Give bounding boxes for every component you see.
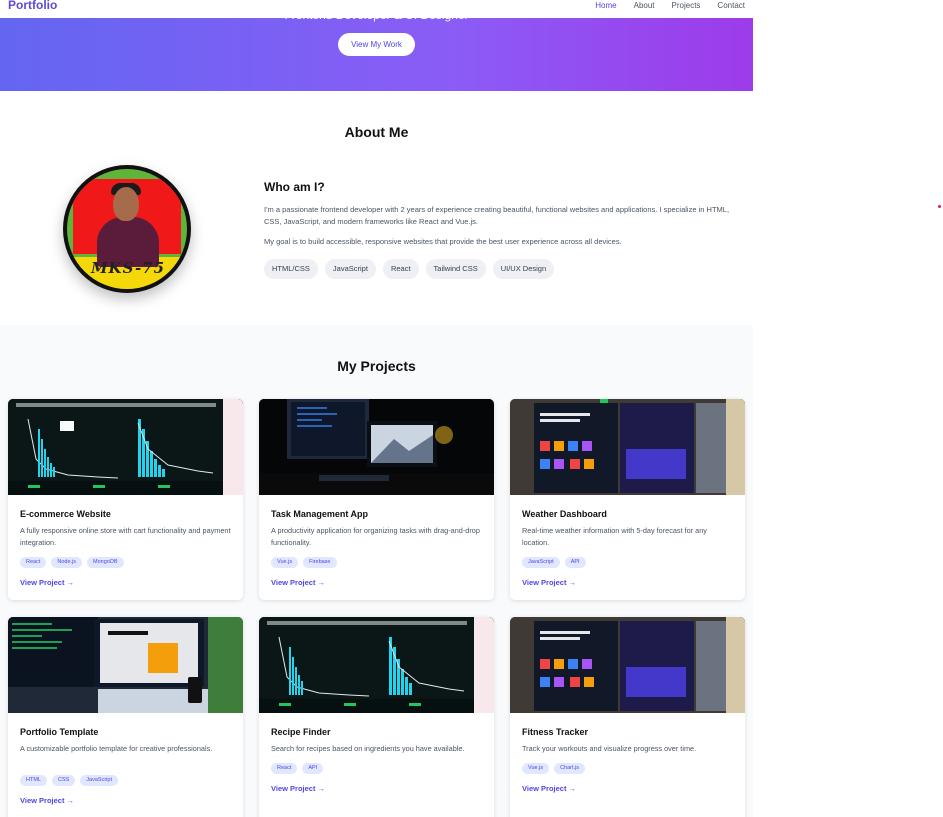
project-tags: Vue.js Firebase <box>271 557 342 568</box>
project-tags: HTML CSS JavaScript <box>20 775 123 786</box>
project-image <box>8 617 243 713</box>
view-project-link[interactable]: View Project → <box>271 578 325 587</box>
project-image <box>8 399 243 495</box>
project-description: A fully responsive online store with car… <box>20 526 231 547</box>
tech-tag: API <box>564 557 586 568</box>
project-tags: Vue.js Chart.js <box>522 763 590 774</box>
project-description: Search for recipes based on ingredients … <box>271 744 465 753</box>
about-heading: Who am I? <box>264 180 325 194</box>
skill-badge: React <box>382 259 419 279</box>
project-tags: React API <box>271 763 328 774</box>
project-title: Recipe Finder <box>271 727 331 737</box>
view-project-link[interactable]: View Project → <box>20 578 74 587</box>
tech-tag: Vue.js <box>522 763 550 774</box>
project-card[interactable]: E-commerce Website A fully responsive on… <box>8 399 243 600</box>
profile-avatar: MKS-75 <box>63 165 191 293</box>
view-project-link[interactable]: View Project → <box>271 784 325 793</box>
skill-badge: Tailwind CSS <box>425 259 486 279</box>
nav-link-home[interactable]: Home <box>595 0 616 11</box>
project-image <box>510 399 745 495</box>
nav-link-contact[interactable]: Contact <box>717 0 745 11</box>
skill-badge: HTML/CSS <box>264 259 318 279</box>
project-title: Task Management App <box>271 509 369 519</box>
portfolio-page: Portfolio Home About Projects Contact Fr… <box>0 0 753 817</box>
tech-tag: Firebase <box>303 557 337 568</box>
tech-tag: Chart.js <box>554 763 586 774</box>
site-logo[interactable]: Portfolio <box>8 0 57 12</box>
project-title: Weather Dashboard <box>522 509 607 519</box>
top-navbar: Portfolio Home About Projects Contact <box>0 0 753 18</box>
about-paragraph-2: My goal is to build accessible, responsi… <box>264 237 622 246</box>
view-project-link[interactable]: View Project → <box>522 784 576 793</box>
cursor-dot <box>938 205 941 208</box>
project-title: E-commerce Website <box>20 509 111 519</box>
project-card[interactable]: Task Management App A productivity appli… <box>259 399 494 600</box>
skills-list: HTML/CSS JavaScript React Tailwind CSS U… <box>264 259 561 279</box>
tech-tag: JavaScript <box>522 557 560 568</box>
tech-tag: React <box>271 763 298 774</box>
project-title: Portfolio Template <box>20 727 99 737</box>
project-card[interactable]: Portfolio Template A customizable portfo… <box>8 617 243 817</box>
nav-link-projects[interactable]: Projects <box>672 0 701 11</box>
about-title: About Me <box>344 124 409 140</box>
view-my-work-button[interactable]: View My Work <box>338 33 415 56</box>
tech-tag: Vue.js <box>271 557 299 568</box>
project-tags: React Node.js MongoDB <box>20 557 129 568</box>
nav-links: Home About Projects Contact <box>578 0 745 11</box>
tech-tag: JavaScript <box>80 775 118 786</box>
nav-link-about[interactable]: About <box>634 0 655 11</box>
tech-tag: CSS <box>51 775 76 786</box>
project-tags: JavaScript API <box>522 557 591 568</box>
projects-title: My Projects <box>337 358 416 374</box>
skill-badge: UI/UX Design <box>492 259 555 279</box>
project-image <box>510 617 745 713</box>
project-description: A productivity application for organizin… <box>271 526 480 547</box>
project-description: A customizable portfolio template for cr… <box>20 744 213 753</box>
tech-tag: MongoDB <box>87 557 124 568</box>
view-project-link[interactable]: View Project → <box>522 578 576 587</box>
hero-section: Frontend Developer & UI Designer View My… <box>0 8 753 91</box>
project-image <box>259 617 494 713</box>
project-card[interactable]: Fitness Tracker Track your workouts and … <box>510 617 745 817</box>
avatar-signature: MKS-75 <box>90 259 166 277</box>
project-card[interactable]: Recipe Finder Search for recipes based o… <box>259 617 494 817</box>
tech-tag: API <box>302 763 324 774</box>
tech-tag: React <box>20 557 47 568</box>
tech-tag: Node.js <box>51 557 83 568</box>
project-description: Track your workouts and visualize progre… <box>522 744 697 753</box>
tech-tag: HTML <box>20 775 47 786</box>
view-project-link[interactable]: View Project → <box>20 796 74 805</box>
skill-badge: JavaScript <box>324 259 376 279</box>
project-card[interactable]: Weather Dashboard Real-time weather info… <box>510 399 745 600</box>
project-image <box>259 399 494 495</box>
about-paragraph-1: I'm a passionate frontend developer with… <box>264 205 730 226</box>
project-description: Real-time weather information with 5-day… <box>522 526 707 547</box>
project-title: Fitness Tracker <box>522 727 589 737</box>
